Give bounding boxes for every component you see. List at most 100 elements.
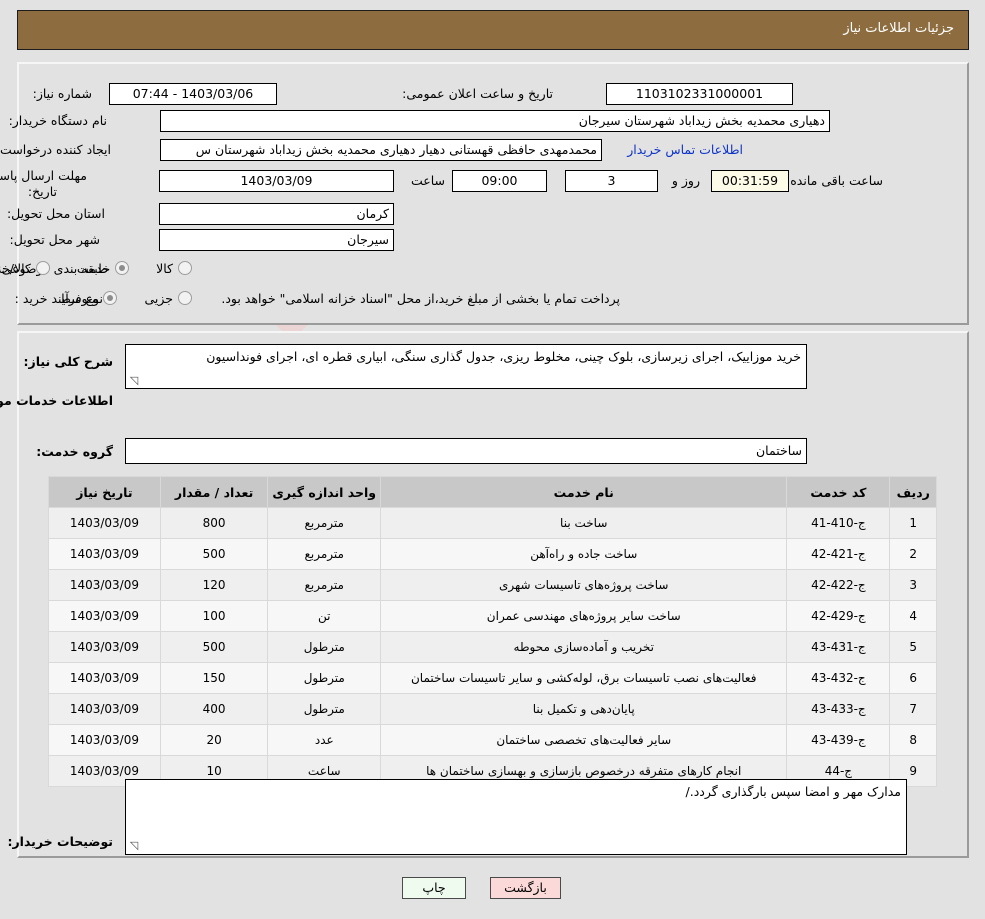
cell-qty: 500 — [159, 631, 269, 663]
process-radio-0[interactable] — [178, 291, 192, 305]
category-label-1: خدمت — [76, 261, 111, 276]
table-row: 4 ج-429-42 ساخت سایر پروژه‌های مهندسی عمرا… — [48, 600, 937, 632]
deadline-date-value: 1403/03/09 — [159, 170, 394, 192]
cell-unit: تن — [267, 600, 382, 632]
cell-qty: 20 — [159, 724, 269, 756]
request-creator-label: ایجاد کننده درخواست: — [0, 142, 111, 157]
category-option-1[interactable]: خدمت — [77, 261, 132, 276]
cell-code: ج-431-43 — [786, 631, 891, 663]
buyer-org-value: دهیاری محمدیه بخش زیداباد شهرستان سیرجان — [160, 110, 830, 132]
process-radio-1[interactable] — [103, 291, 118, 305]
table-row: 3 ج-422-42 ساخت پروژه‌های تاسیسات شهری مترم… — [48, 569, 937, 601]
buyer-notes-label: توضیحات خریدار: — [7, 834, 113, 849]
col-header-name: نام خدمت — [380, 476, 788, 508]
service-group-label: گروه خدمت: — [36, 444, 113, 459]
col-header-code: کد خدمت — [786, 476, 891, 508]
cell-name: ساخت پروژه‌های تاسیسات شهری — [380, 569, 788, 601]
cell-date: 1403/03/09 — [48, 631, 161, 663]
cell-date: 1403/03/09 — [48, 693, 161, 725]
city-label: شهر محل تحویل: — [9, 232, 100, 247]
service-group-value[interactable]: ساختمان — [125, 438, 807, 464]
cell-code: ج-410-41 — [786, 507, 891, 539]
category-option-0[interactable]: کالا — [156, 261, 195, 276]
cell-qty: 400 — [159, 693, 269, 725]
buyer-notes-resize-grip[interactable]: ◹ — [128, 840, 140, 852]
process-label-1: متوسط — [59, 291, 99, 306]
cell-unit: مترمربع — [267, 569, 382, 601]
col-header-qty: تعداد / مقدار — [159, 476, 269, 508]
cell-code: ج-421-42 — [786, 538, 891, 570]
summary-label: شرح کلی نیاز: — [23, 354, 113, 369]
countdown-timer: 00:31:59 — [711, 170, 789, 192]
category-option-2[interactable]: کالا/خدمت — [0, 261, 53, 276]
cell-name: ساخت جاده و راه‌آهن — [380, 538, 788, 570]
announce-datetime-label: تاریخ و ساعت اعلان عمومی: — [402, 86, 553, 101]
cell-date: 1403/03/09 — [48, 724, 161, 756]
col-header-unit: واحد اندازه گیری — [267, 476, 382, 508]
table-header-row: ردیف کد خدمت نام خدمت واحد اندازه گیری ت… — [48, 476, 937, 508]
cell-unit: مترمربع — [267, 538, 382, 570]
col-header-date: تاریخ نیاز — [48, 476, 161, 508]
process-note: پرداخت تمام یا بخشی از مبلغ خرید،از محل … — [221, 291, 620, 306]
category-radio-0[interactable] — [178, 261, 192, 275]
deadline-label-line1: مهلت ارسال پاسخ: تا — [0, 168, 87, 183]
cell-radif: 7 — [889, 693, 937, 725]
city-value: سیرجان — [159, 229, 394, 251]
summary-resize-grip[interactable]: ◹ — [128, 375, 140, 387]
need-number-value: 1103102331000001 — [606, 83, 793, 105]
print-button[interactable]: چاپ — [402, 877, 466, 899]
cell-name: ساخت بنا — [380, 507, 788, 539]
cell-qty: 500 — [159, 538, 269, 570]
page-header-bar: جزئیات اطلاعات نیاز — [17, 10, 969, 50]
table-row: 1 ج-410-41 ساخت بنا مترمربع 800 1403/03/09 — [48, 507, 937, 539]
cell-code: ج-439-43 — [786, 724, 891, 756]
buyer-notes-textarea[interactable]: مدارک مهر و امضا سپس بارگذاری گردد./ — [125, 779, 907, 855]
back-button[interactable]: بازگشت — [490, 877, 561, 899]
process-radio-group[interactable]: جزیی متوسط — [35, 291, 195, 306]
cell-unit: مترطول — [267, 693, 382, 725]
request-creator-value: محمدمهدی حافظی قهستانی دهیار دهیاری محمد… — [160, 139, 602, 161]
process-option-0[interactable]: جزیی — [144, 291, 195, 306]
cell-unit: عدد — [267, 724, 382, 756]
category-radio-1[interactable] — [115, 261, 130, 275]
process-option-1[interactable]: متوسط — [59, 291, 120, 306]
cell-radif: 2 — [889, 538, 937, 570]
cell-radif: 1 — [889, 507, 937, 539]
table-row: 5 ج-431-43 تخریب و آماده‌سازی محوطه مترطول 5… — [48, 631, 937, 663]
cell-name: ساخت سایر پروژه‌های مهندسی عمران — [380, 600, 788, 632]
province-label: استان محل تحویل: — [6, 206, 105, 221]
page-title: جزئیات اطلاعات نیاز — [843, 21, 954, 36]
cell-name: پایان‌دهی و تکمیل بنا — [380, 693, 788, 725]
cell-radif: 3 — [889, 569, 937, 601]
category-label-2: کالا/خدمت — [0, 261, 31, 276]
summary-textarea[interactable]: خرید موزاییک، اجرای زیرسازی، بلوک چینی، … — [125, 344, 807, 389]
remaining-days-label: روز و — [671, 173, 700, 188]
cell-code: ج-429-42 — [786, 600, 891, 632]
countdown-label: ساعت باقی مانده — [790, 173, 883, 188]
cell-radif: 8 — [889, 724, 937, 756]
cell-qty: 100 — [159, 600, 269, 632]
cell-date: 1403/03/09 — [48, 507, 161, 539]
table-row: 2 ج-421-42 ساخت جاده و راه‌آهن مترمربع 500 14… — [48, 538, 937, 570]
cell-date: 1403/03/09 — [48, 662, 161, 694]
page-root: AriaTender.net جزئیات اطلاعات نیاز شماره… — [0, 0, 985, 919]
category-radio-group[interactable]: کالا خدمت کالا/خدمت — [0, 261, 195, 276]
cell-radif: 4 — [889, 600, 937, 632]
cell-qty: 120 — [159, 569, 269, 601]
table-row: 7 ج-433-43 پایان‌دهی و تکمیل بنا مترطول 400 1… — [48, 693, 937, 725]
category-radio-2[interactable] — [35, 261, 50, 275]
cell-name: فعالیت‌های نصب تاسیسات برق، لوله‌کشی و س… — [380, 662, 788, 694]
cell-date: 1403/03/09 — [48, 600, 161, 632]
col-header-radif: ردیف — [889, 476, 937, 508]
deadline-label-line2: تاریخ: — [27, 184, 57, 199]
cell-date: 1403/03/09 — [48, 538, 161, 570]
announce-datetime-value: 1403/03/06 - 07:44 — [109, 83, 277, 105]
buyer-contact-link[interactable]: اطلاعات تماس خریدار — [627, 142, 743, 157]
cell-date: 1403/03/09 — [48, 569, 161, 601]
cell-unit: مترطول — [267, 662, 382, 694]
cell-radif: 6 — [889, 662, 937, 694]
table-row: 8 ج-439-43 سایر فعالیت‌های تخصصی ساختمان عد… — [48, 724, 937, 756]
cell-unit: مترطول — [267, 631, 382, 663]
cell-code: ج-432-43 — [786, 662, 891, 694]
category-label-0: کالا — [156, 261, 173, 276]
